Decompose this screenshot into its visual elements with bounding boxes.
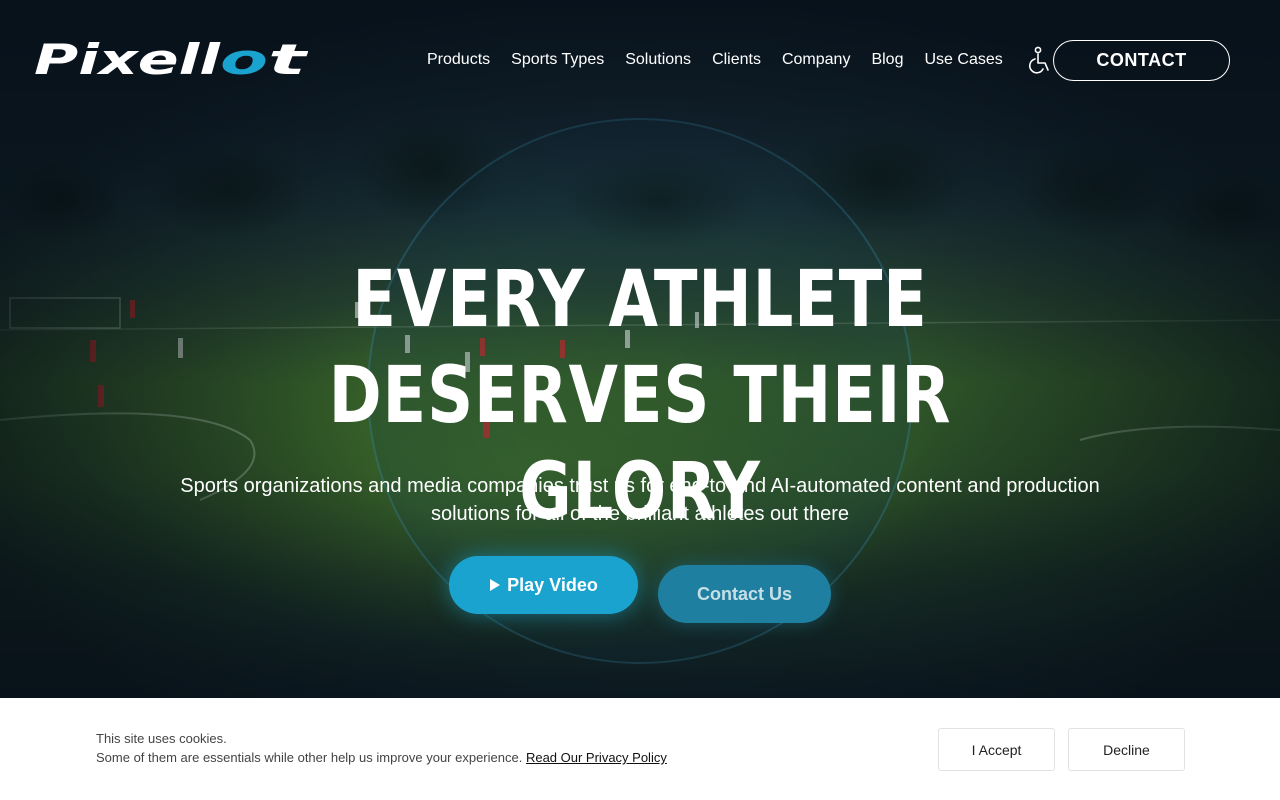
nav-item-use-cases[interactable]: Use Cases: [924, 48, 1002, 72]
svg-text:t: t: [268, 40, 308, 80]
cookie-line2: Some of them are essentials while other …: [96, 748, 667, 767]
pixellot-logo-mark: Pixell o t: [34, 40, 308, 80]
site-header: Pixell o t Products Sports Types Solutio…: [0, 0, 1280, 120]
play-icon: [490, 579, 501, 591]
play-video-label: Play Video: [507, 574, 598, 595]
header-contact-button[interactable]: CONTACT: [1053, 40, 1230, 81]
svg-text:Pixell: Pixell: [34, 40, 221, 80]
wheelchair-icon[interactable]: [1028, 46, 1052, 74]
nav-item-products[interactable]: Products: [427, 48, 490, 72]
nav-item-sports-types[interactable]: Sports Types: [511, 48, 604, 72]
cookie-message: This site uses cookies. Some of them are…: [96, 729, 667, 767]
cookie-banner: This site uses cookies. Some of them are…: [0, 698, 1280, 800]
play-video-button[interactable]: Play Video: [449, 556, 638, 614]
cookie-line1: This site uses cookies.: [96, 731, 227, 746]
nav-item-solutions[interactable]: Solutions: [625, 48, 691, 72]
accept-cookies-button[interactable]: I Accept: [938, 728, 1055, 771]
nav-item-company[interactable]: Company: [782, 48, 850, 72]
svg-text:o: o: [220, 40, 268, 80]
main-nav: Products Sports Types Solutions Clients …: [427, 48, 1003, 72]
hero-subheading: Sports organizations and media companies…: [180, 475, 1100, 525]
privacy-policy-link[interactable]: Read Our Privacy Policy: [526, 750, 667, 765]
nav-item-blog[interactable]: Blog: [871, 48, 903, 72]
hero-headline-line1: EVERY ATHLETE DESERVES THEIR: [328, 255, 952, 441]
pixellot-logo[interactable]: Pixell o t: [32, 40, 308, 80]
nav-item-clients[interactable]: Clients: [712, 48, 761, 72]
decline-cookies-button[interactable]: Decline: [1068, 728, 1185, 771]
cookie-line2-text: Some of them are essentials while other …: [96, 750, 523, 765]
contact-us-button[interactable]: Contact Us: [658, 565, 831, 623]
